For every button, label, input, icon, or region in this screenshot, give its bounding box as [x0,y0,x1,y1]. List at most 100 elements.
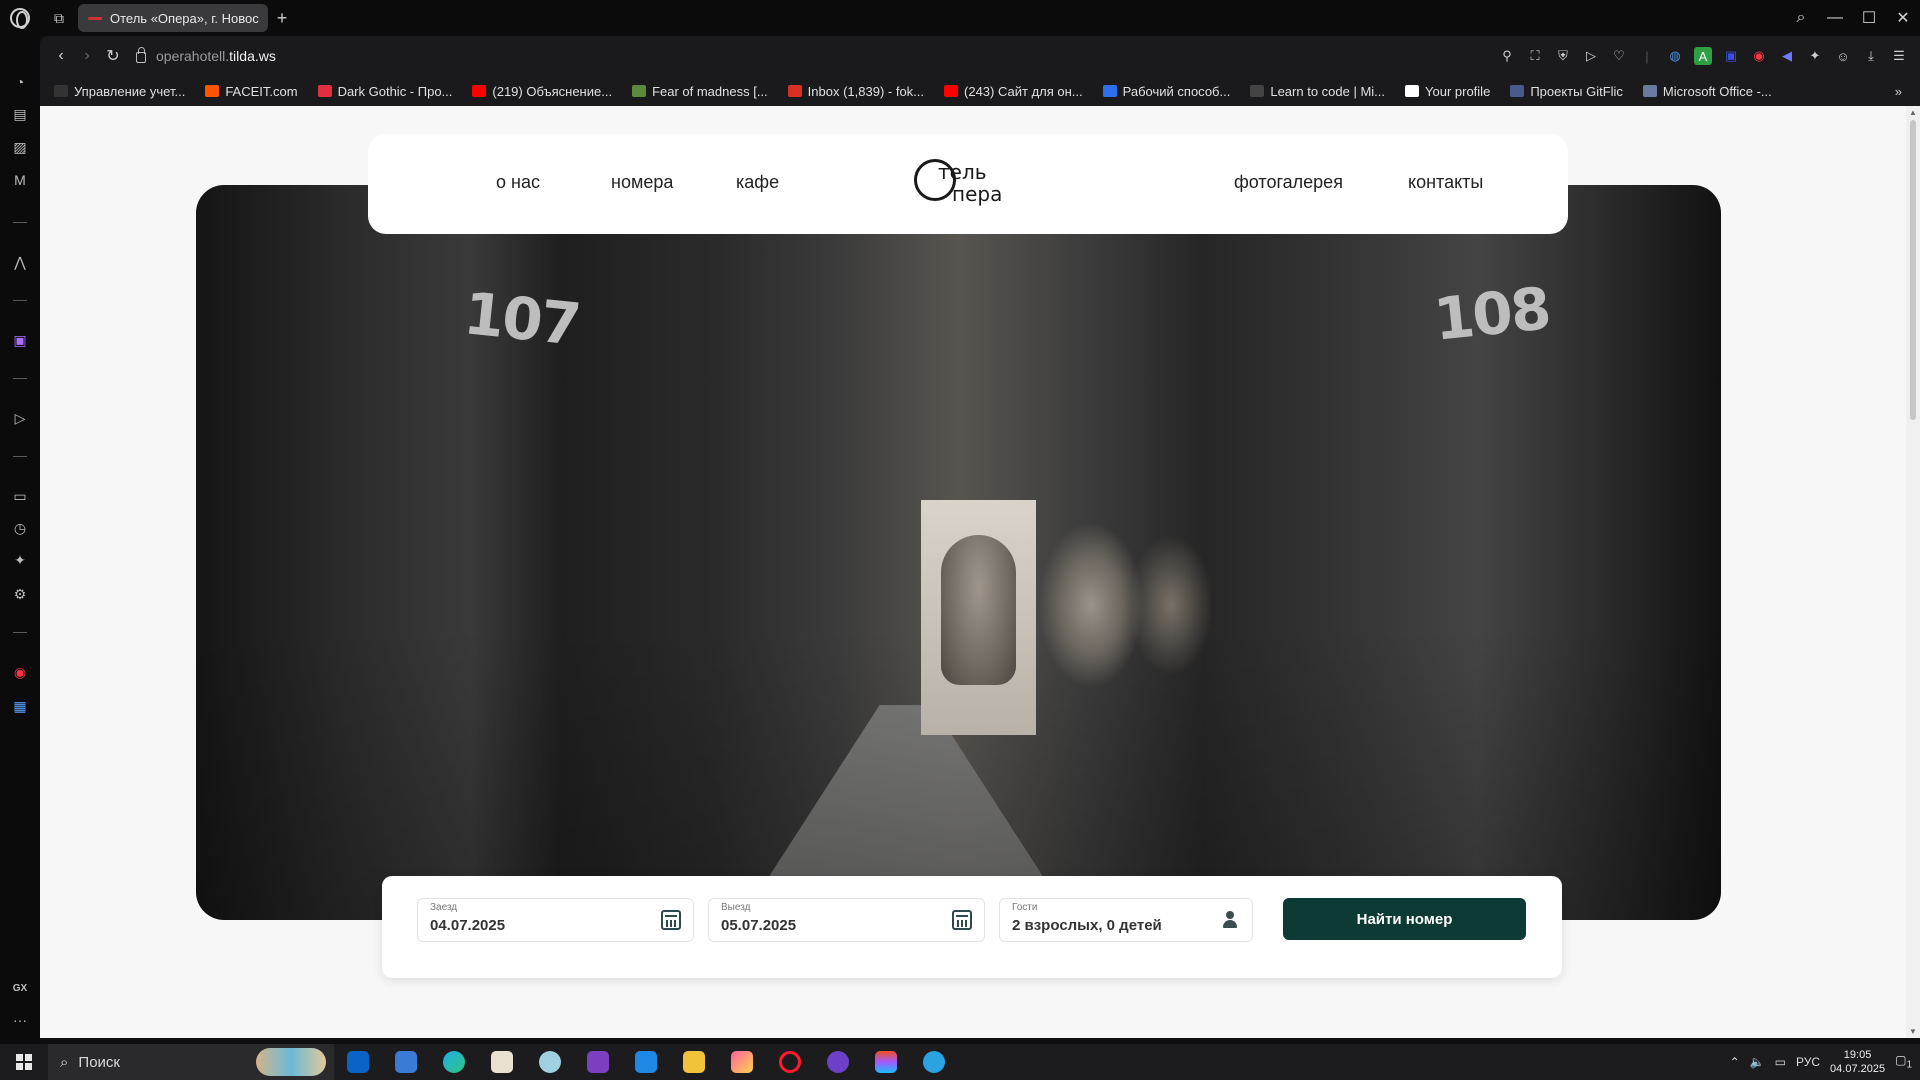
url-field[interactable]: operahotell.tilda.ws [136,47,276,64]
bookmark-item[interactable]: (243) Сайт для он... [944,84,1083,99]
translate-icon[interactable]: ▦ [10,696,30,716]
gx-icon[interactable]: GX [10,978,30,998]
url-domain: tilda.ws [229,48,276,64]
search-tabs-icon[interactable]: ⌕ [1784,0,1818,36]
visual-studio-app[interactable] [574,1044,622,1080]
store-app[interactable] [382,1044,430,1080]
vscode-app[interactable] [622,1044,670,1080]
player-icon[interactable]: ▷ [10,408,30,428]
profile-icon[interactable]: ☺ [1834,47,1852,65]
bookmark-item[interactable]: (219) Объяснение... [472,84,612,99]
pycharm-app[interactable] [718,1044,766,1080]
nav-rooms[interactable]: номера [611,172,673,193]
sound-ext-icon[interactable]: ◀ [1778,47,1796,65]
notes-icon[interactable]: ▨ [10,137,30,157]
calendar-icon[interactable] [952,910,972,930]
vpn-ext-icon[interactable]: ◉ [1750,47,1768,65]
pin-icon[interactable]: ⚲ [1498,47,1516,65]
more-icon[interactable]: ··· [10,1010,30,1030]
bookmarks-bar: Управление учет... FACEIT.com Dark Gothic … [40,76,1920,106]
bookmark-item[interactable]: Microsoft Office -... [1642,84,1772,99]
translate-ext-icon[interactable]: A [1694,47,1712,65]
network-icon[interactable]: ▭ [1775,1055,1786,1069]
hotel-logo[interactable]: тель пера [914,156,1014,212]
extensions-icon[interactable]: ✦ [10,550,30,570]
bookmark-label: FACEIT.com [225,83,298,99]
file-explorer-app[interactable] [670,1044,718,1080]
app-icon[interactable]: ⋀ [10,252,30,272]
workspaces-icon[interactable]: ▤ [10,104,30,124]
bookmark-label: (219) Объяснение... [492,83,613,99]
settings-icon[interactable]: ⚙ [10,584,30,604]
active-tab[interactable]: Отель «Опера», г. Новос [78,4,268,32]
bookmark-item[interactable]: Learn to code | Mi... [1250,84,1385,99]
history-icon[interactable]: ◷ [10,518,30,538]
bookmark-label: Fear of madness [... [652,83,768,99]
clock[interactable]: 19:05 04.07.2025 [1830,1048,1885,1076]
bookmark-item[interactable]: FACEIT.com [205,83,298,99]
outlook-app[interactable] [334,1044,382,1080]
scrollbar-thumb[interactable] [1910,120,1916,420]
close-button[interactable]: ✕ [1886,0,1920,36]
puzzle-icon[interactable]: ✦ [1806,47,1824,65]
sidebar-divider [13,456,27,457]
sidebar-divider [13,300,27,301]
maximize-button[interactable]: ☐ [1852,0,1886,36]
start-button[interactable] [0,1044,48,1080]
telegram-app[interactable] [910,1044,958,1080]
nav-about[interactable]: о нас [496,172,540,193]
paint-app[interactable] [478,1044,526,1080]
checkin-field[interactable]: Заезд 04.07.2025 [417,898,694,942]
bookmark-item[interactable]: Fear of madness [... [632,84,768,99]
tray-chevron-icon[interactable]: ⌃ [1730,1055,1740,1069]
checkout-field[interactable]: Выезд 05.07.2025 [708,898,985,942]
nav-contacts[interactable]: контакты [1408,172,1483,193]
opera-menu-icon[interactable] [0,0,40,36]
tab-islands-icon[interactable]: ⧉ [40,0,78,36]
minimize-button[interactable]: — [1818,0,1852,36]
heart-icon[interactable]: ♡ [1610,47,1628,65]
nav-cafe[interactable]: кафе [736,172,779,193]
adblock-icon[interactable]: ⛨ [1554,47,1572,65]
calendar-icon[interactable] [661,910,681,930]
opera-app[interactable] [766,1044,814,1080]
play-icon[interactable]: ▷ [1582,47,1600,65]
bookmark-item[interactable]: Проекты GitFlic [1510,84,1623,99]
notification-icon[interactable]: ▢1 [1895,1053,1912,1070]
nav-gallery[interactable]: фотогалерея [1234,172,1343,193]
download-icon[interactable]: ⤓ [1862,47,1880,65]
bookmark-favicon-icon [1642,85,1657,97]
snapshot-icon[interactable]: ⛶ [1526,47,1544,65]
twitch-icon[interactable]: ▣ [10,330,30,350]
reload-button[interactable]: ↻ [100,43,126,69]
vpn-icon[interactable]: ◉ [10,662,30,682]
box-ext-icon[interactable]: ▣ [1722,47,1740,65]
back-button[interactable]: ‹ [48,43,74,69]
bookmarks-overflow-icon[interactable]: » [1895,84,1920,99]
github-app[interactable] [814,1044,862,1080]
scroll-down-icon[interactable]: ▼ [1909,1027,1917,1036]
bookmark-item[interactable]: Управление учет... [54,84,185,99]
page-scrollbar[interactable]: ▲ ▼ [1906,106,1920,1038]
wallet-icon[interactable]: ▭ [10,486,30,506]
gmail-sidebar-icon[interactable]: M [10,170,30,190]
taskbar-search[interactable]: ⌕ Поиск [48,1044,334,1080]
bookmark-item[interactable]: Inbox (1,839) - fok... [787,84,924,99]
globe-icon[interactable]: ◍ [1666,47,1684,65]
scroll-up-icon[interactable]: ▲ [1909,108,1917,117]
guests-field[interactable]: Гости 2 взрослых, 0 детей [999,898,1253,942]
language-indicator[interactable]: РУС [1796,1055,1820,1069]
ai-aria-icon[interactable]: ◔ [10,72,30,92]
bookmark-item[interactable]: Your profile [1405,84,1490,99]
edge-app[interactable] [430,1044,478,1080]
volume-icon[interactable]: 🔈 [1750,1055,1765,1069]
snip-app[interactable] [526,1044,574,1080]
bookmark-item[interactable]: Рабочий способ... [1102,84,1230,99]
easy-setup-icon[interactable]: ☰ [1890,47,1908,65]
bookmark-item[interactable]: Dark Gothic - Про... [317,84,452,99]
forward-button[interactable]: › [74,43,100,69]
new-tab-button[interactable]: + [268,4,296,32]
taskbar-search-placeholder: Поиск [78,1053,120,1071]
find-room-button[interactable]: Найти номер [1283,898,1526,940]
figma-app[interactable] [862,1044,910,1080]
